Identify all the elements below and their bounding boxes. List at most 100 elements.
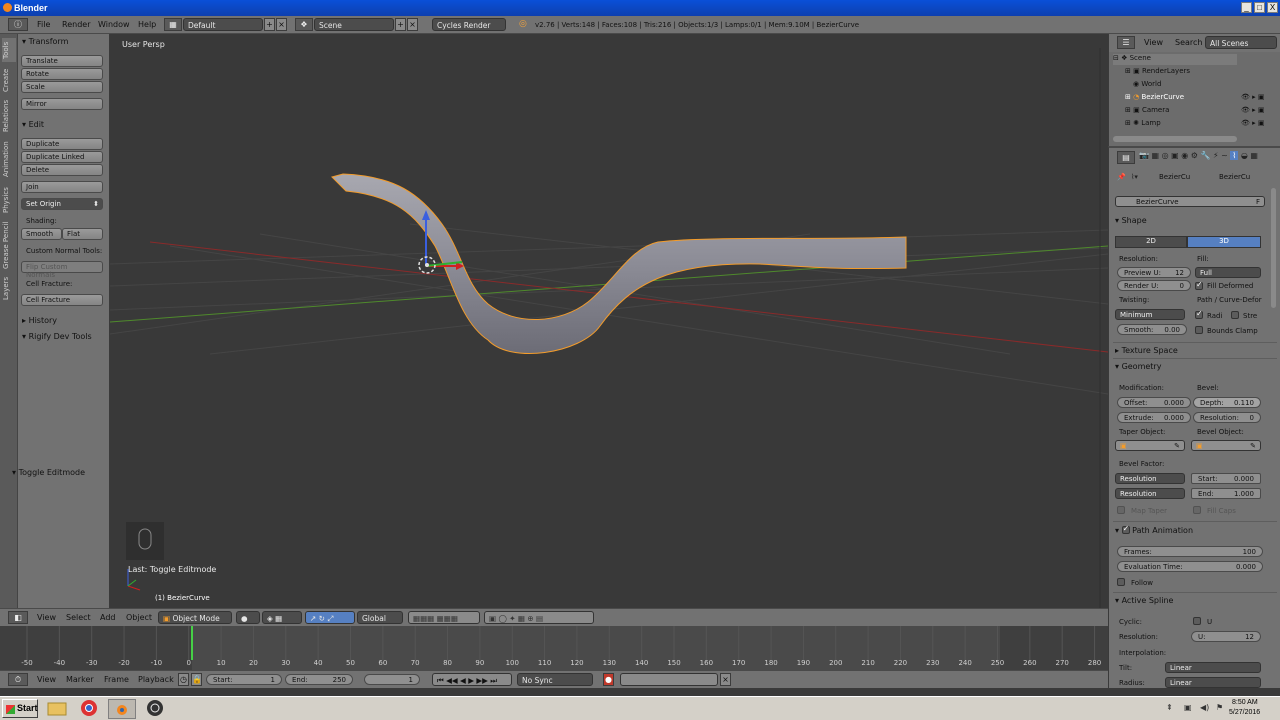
translate-button[interactable]: Translate <box>21 55 103 67</box>
outliner-item-beziercurve[interactable]: ⊞ ◔ BezierCurve <box>1125 93 1184 101</box>
delete-button[interactable]: Delete <box>21 164 103 176</box>
scene-icon[interactable]: ❖ <box>295 18 313 31</box>
breadcrumb-data[interactable]: BezierCu <box>1219 173 1250 181</box>
network-icon[interactable]: ▣ <box>1184 703 1192 712</box>
fill-deformed-checkbox[interactable] <box>1195 280 1203 290</box>
start-button[interactable]: Start <box>2 699 38 718</box>
flat-button[interactable]: Flat <box>62 228 103 240</box>
outliner-menu-search[interactable]: Search <box>1175 38 1202 47</box>
tab-physics[interactable]: Physics <box>2 184 16 216</box>
chrome-icon[interactable] <box>78 699 106 719</box>
tab-create[interactable]: Create <box>2 66 16 94</box>
remove-scene-button[interactable]: × <box>407 18 418 31</box>
keying-set-clear-button[interactable]: × <box>720 673 731 686</box>
set-origin-dropdown[interactable]: Set Origin ⬍ <box>21 198 103 210</box>
snap-and-render-tools[interactable]: ▣ ◯ ✦ ▦ ⊕ ▤ <box>484 611 594 624</box>
curve-datablock-field[interactable]: BezierCurve F <box>1115 196 1265 207</box>
pivot-dropdown[interactable]: ◈ ▦ <box>262 611 302 624</box>
eyedropper-icon[interactable]: ✎ <box>1174 442 1180 450</box>
add-scene-button[interactable]: + <box>395 18 406 31</box>
outliner-menu-view[interactable]: View <box>1144 38 1163 47</box>
bounds-clamp-checkbox[interactable] <box>1195 326 1203 334</box>
timeline[interactable]: -50 -40 -30 -20 -10 0 10 20 30 40 50 60 70 80 90 100 110… <box>0 626 1108 670</box>
mirror-button[interactable]: Mirror <box>21 98 103 110</box>
flag-icon[interactable]: ⚑ <box>1216 703 1223 712</box>
bevel-depth-field[interactable]: Depth: 0.110 <box>1193 397 1261 408</box>
transform-panel-toggle[interactable]: ▾ Transform <box>22 37 68 46</box>
menu-view[interactable]: View <box>37 613 56 622</box>
menu-frame[interactable]: Frame <box>104 675 129 684</box>
tab-animation[interactable]: Animation <box>2 138 16 180</box>
cyclic-u-checkbox[interactable] <box>1193 617 1201 625</box>
lock-icon[interactable]: 🔒 <box>191 673 202 686</box>
evaluation-time-field[interactable]: Evaluation Time: 0.000 <box>1117 561 1263 572</box>
map-taper-checkbox[interactable] <box>1117 506 1125 514</box>
pin-icon[interactable]: 📌 <box>1117 173 1126 181</box>
bevel-start-field[interactable]: Start: 0.000 <box>1191 473 1261 484</box>
end-frame-field[interactable]: End: 250 <box>285 674 353 685</box>
remove-layout-button[interactable]: × <box>276 18 287 31</box>
radius-checkbox[interactable] <box>1195 309 1203 319</box>
menu-help[interactable]: Help <box>138 20 156 29</box>
preview-u-field[interactable]: Preview U: 12 <box>1117 267 1191 278</box>
toggle-editmode-panel[interactable]: ▾ Toggle Editmode <box>12 468 85 477</box>
minimize-button[interactable]: _ <box>1241 2 1252 13</box>
outliner-filter-dropdown[interactable]: All Scenes <box>1205 36 1277 49</box>
follow-checkbox[interactable] <box>1117 578 1125 586</box>
tilt-interpolation-dropdown[interactable]: Linear <box>1165 662 1261 673</box>
outliner-item-camera[interactable]: ⊞ ▣ Camera <box>1125 106 1169 114</box>
menu-object[interactable]: Object <box>126 613 152 622</box>
screen-layout-dropdown[interactable]: Default <box>183 18 263 31</box>
twisting-dropdown[interactable]: Minimum <box>1115 309 1185 320</box>
bezier-curve-object[interactable] <box>331 173 907 354</box>
orientation-dropdown[interactable]: Global <box>357 611 403 624</box>
geometry-panel-toggle[interactable]: ▾ Geometry <box>1115 362 1161 371</box>
tray-arrow-icon[interactable]: ⇞ <box>1166 703 1173 712</box>
path-animation-panel-toggle[interactable]: ▾ Path Animation <box>1115 524 1193 535</box>
tab-tools[interactable]: Tools <box>2 38 16 62</box>
outliner-item-world[interactable]: ◉ World <box>1133 80 1161 88</box>
texture-space-panel-toggle[interactable]: ▸ Texture Space <box>1115 346 1178 355</box>
editor-type-icon[interactable]: ⓘ <box>8 18 28 31</box>
curve-2d-toggle[interactable]: 2D <box>1115 236 1187 248</box>
menu-render[interactable]: Render <box>62 20 90 29</box>
menu-file[interactable]: File <box>37 20 50 29</box>
scene-dropdown[interactable]: Scene <box>314 18 394 31</box>
bevel-resolution-field[interactable]: Resolution: 0 <box>1193 412 1261 423</box>
scale-button[interactable]: Scale <box>21 81 103 93</box>
edit-panel-toggle[interactable]: ▾ Edit <box>22 120 44 129</box>
path-frames-field[interactable]: Frames: 100 <box>1117 546 1263 557</box>
duplicate-button[interactable]: Duplicate <box>21 138 103 150</box>
menu-timeline-view[interactable]: View <box>37 675 56 684</box>
layer-buttons[interactable]: ▦▦▦ ▦▦▦ <box>408 611 480 624</box>
3d-viewport[interactable]: User Persp Last: Toggle Editmode (1) Bez… <box>110 34 1108 608</box>
fill-mode-dropdown[interactable]: Full <box>1195 267 1261 278</box>
editor-type-3d-icon[interactable]: ◧ <box>8 611 28 624</box>
editor-type-properties-icon[interactable]: ▤ <box>1117 151 1135 164</box>
offset-field[interactable]: Offset: 0.000 <box>1117 397 1191 408</box>
curve-3d-toggle[interactable]: 3D <box>1187 236 1261 248</box>
blender-task-icon[interactable] <box>108 699 136 719</box>
render-u-field[interactable]: Render U: 0 <box>1117 280 1191 291</box>
breadcrumb-object[interactable]: BezierCu <box>1159 173 1190 181</box>
current-frame-field[interactable]: 1 <box>364 674 420 685</box>
eyedropper-icon[interactable]: ✎ <box>1250 442 1256 450</box>
join-button[interactable]: Join <box>21 181 103 193</box>
preview-range-icon[interactable]: ◷ <box>178 673 189 686</box>
active-spline-panel-toggle[interactable]: ▾ Active Spline <box>1115 596 1173 605</box>
cell-fracture-button[interactable]: Cell Fracture <box>21 294 103 306</box>
screen-layout-icon[interactable]: ▦ <box>164 18 182 31</box>
menu-window[interactable]: Window <box>98 20 130 29</box>
flip-custom-normals-button[interactable]: Flip Custom Normals <box>21 261 103 279</box>
stretch-checkbox[interactable] <box>1231 311 1239 319</box>
outliner-item-renderlayers[interactable]: ⊞ ▣ RenderLayers <box>1125 67 1190 75</box>
sync-dropdown[interactable]: No Sync <box>517 673 593 686</box>
smooth-field[interactable]: Smooth: 0.00 <box>1117 324 1187 335</box>
mode-dropdown[interactable]: ▣ Object Mode <box>158 611 232 624</box>
visibility-toggles[interactable]: 👁 ▸ ▣ <box>1241 119 1264 127</box>
menu-marker[interactable]: Marker <box>66 675 94 684</box>
shading-dropdown[interactable]: ● <box>236 611 260 624</box>
tab-relations[interactable]: Relations <box>2 98 16 134</box>
keying-set-field[interactable] <box>620 673 718 686</box>
bevel-factor-start-mode[interactable]: Resolution <box>1115 473 1185 484</box>
